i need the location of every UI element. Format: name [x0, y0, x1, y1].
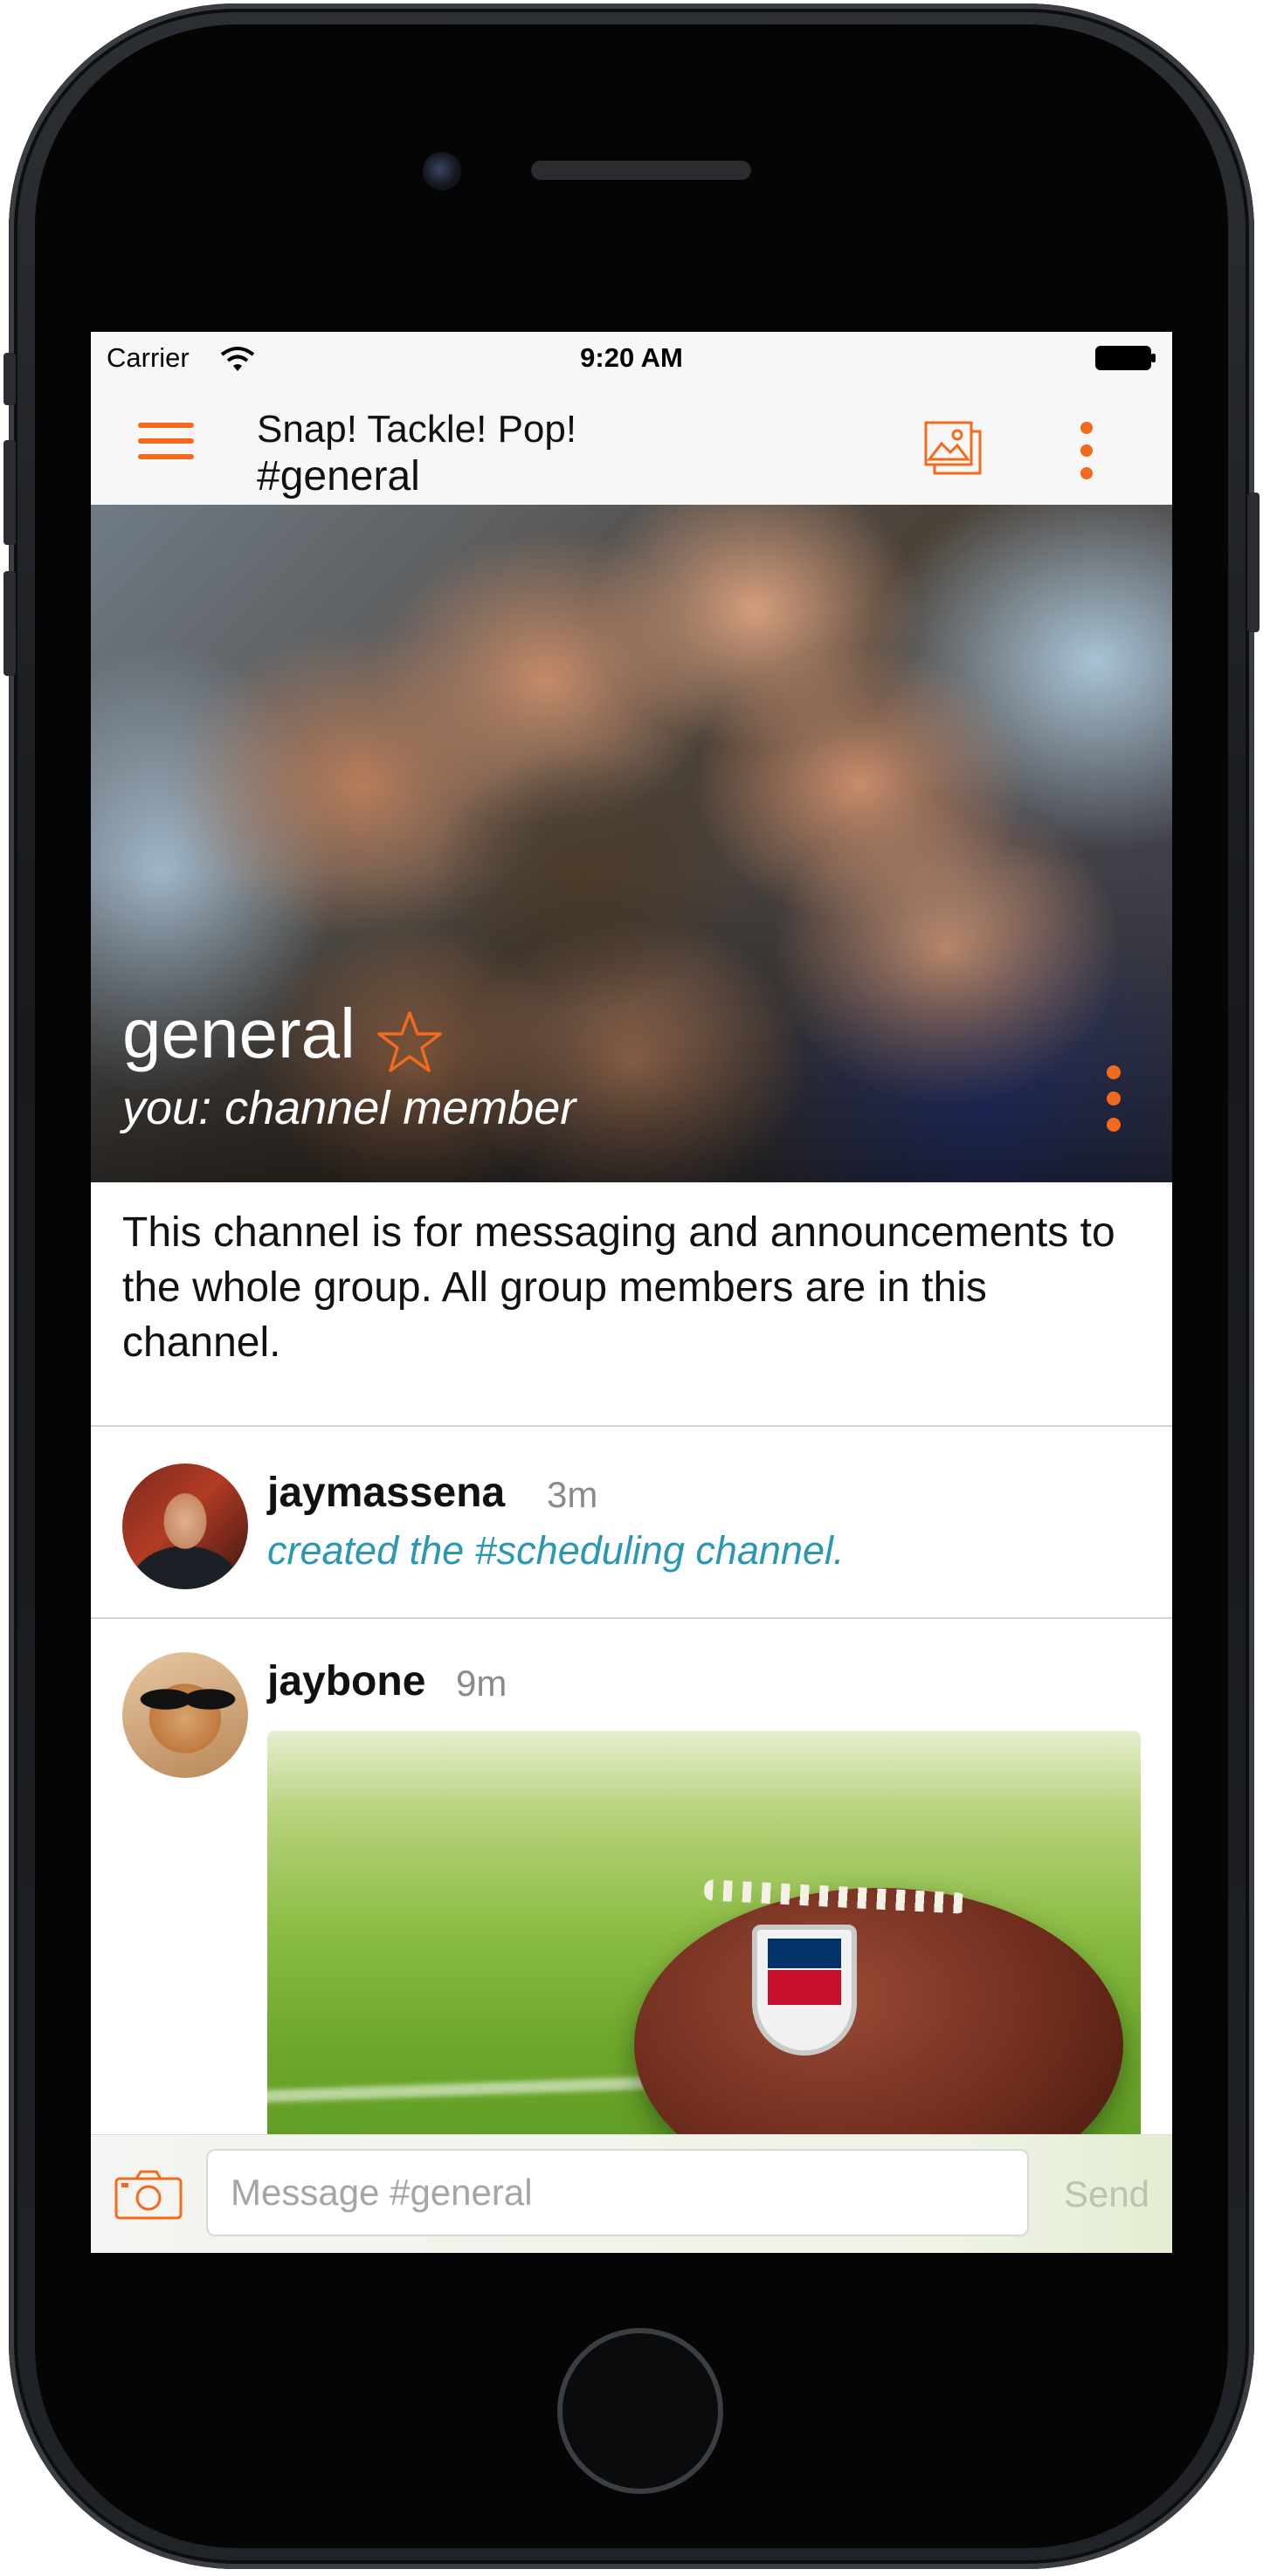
front-camera: [423, 152, 461, 190]
group-name: Snap! Tackle! Pop!: [257, 408, 577, 451]
channel-title: #general: [257, 453, 420, 499]
channel-cover-photo: general you: channel member: [91, 505, 1172, 1182]
earpiece-speaker: [531, 161, 751, 180]
avatar[interactable]: [122, 1464, 248, 1589]
channel-event-text[interactable]: created the #scheduling channel.: [267, 1528, 844, 1574]
message-input[interactable]: [206, 2149, 1029, 2236]
divider: [91, 1617, 1172, 1619]
message-timestamp: 3m: [547, 1474, 598, 1515]
attached-photo[interactable]: [267, 1731, 1141, 2167]
message-author[interactable]: jaybone: [267, 1657, 425, 1705]
membership-status: you: channel member: [122, 1082, 576, 1134]
star-outline-icon[interactable]: [377, 1009, 442, 1074]
message-composer: Send: [91, 2134, 1172, 2253]
side-button-power: [1247, 492, 1260, 632]
channel-name: general: [122, 995, 355, 1072]
hamburger-menu-icon[interactable]: [138, 421, 194, 461]
side-button-volume-down: [3, 571, 16, 676]
channel-description: This channel is for messaging and announ…: [122, 1209, 1115, 1366]
navigation-bar: Snap! Tackle! Pop! #general: [91, 384, 1172, 506]
nfl-logo: [752, 1925, 857, 2056]
divider: [91, 1425, 1172, 1427]
football: [634, 1888, 1123, 2167]
status-bar: Carrier 9:20 AM: [91, 332, 1172, 384]
side-button-volume-up: [3, 440, 16, 545]
app-screen: Carrier 9:20 AM Snap! Tackle! Pop! #gene…: [91, 332, 1172, 2253]
home-button[interactable]: [557, 2328, 723, 2494]
message-timestamp: 9m: [456, 1663, 507, 1704]
camera-icon[interactable]: [114, 2168, 183, 2221]
avatar[interactable]: [122, 1652, 248, 1778]
battery-icon: [1095, 346, 1156, 370]
side-button-mute: [3, 353, 16, 405]
gallery-icon[interactable]: [922, 419, 985, 482]
more-options-icon[interactable]: [1076, 419, 1097, 482]
send-button[interactable]: Send: [1050, 2166, 1163, 2222]
status-time: 9:20 AM: [580, 342, 683, 373]
nav-title: Snap! Tackle! Pop! #general: [257, 407, 576, 501]
channel-options-icon[interactable]: [1104, 1064, 1123, 1133]
message-author[interactable]: jaymassena: [267, 1469, 505, 1517]
nfl-logo-top: [768, 1939, 841, 1968]
nfl-logo-band: [768, 1970, 841, 2005]
